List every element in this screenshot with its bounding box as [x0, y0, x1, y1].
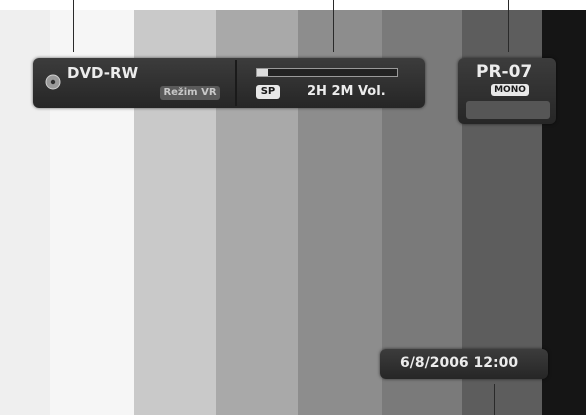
record-mode-badge: SP	[256, 85, 280, 99]
mode-badge: Režim VR	[160, 86, 220, 100]
tv-screen: DVD-RW Režim VR SP 2H 2M Vol. PR-07 MONO…	[0, 0, 586, 415]
callout-line-recording	[333, 0, 334, 52]
space-progress-fill	[257, 69, 269, 76]
datetime-label: 6/8/2006 12:00	[400, 355, 519, 371]
remaining-time-label: 2H 2M Vol.	[307, 84, 386, 99]
callout-line-clock	[494, 384, 495, 415]
callout-line-channel	[508, 0, 509, 52]
disc-type-label: DVD-RW	[67, 64, 139, 82]
space-progress-bar	[256, 68, 398, 77]
channel-secondary-field	[466, 101, 550, 119]
disc-icon	[45, 74, 61, 90]
channel-label: PR-07	[476, 62, 533, 82]
audio-mode-badge: MONO	[491, 84, 529, 96]
panel-divider	[235, 60, 237, 106]
callout-line-disc	[73, 0, 74, 52]
